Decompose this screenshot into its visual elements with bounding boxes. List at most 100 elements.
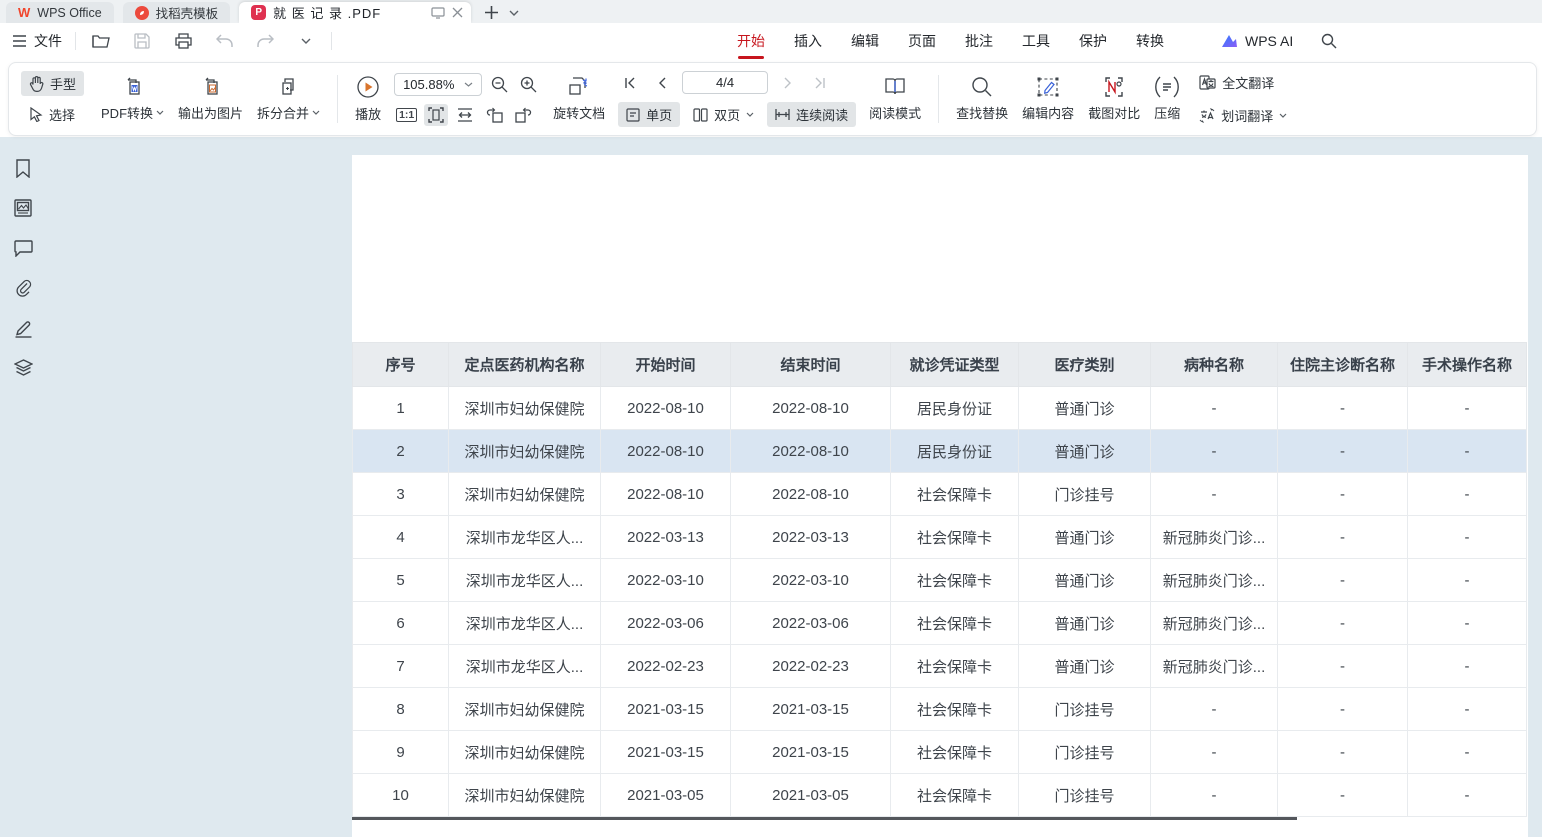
table-cell: - bbox=[1278, 559, 1408, 602]
table-cell: 2021-03-15 bbox=[731, 731, 891, 774]
search-icon[interactable] bbox=[1317, 30, 1341, 52]
horizontal-scrollbar[interactable] bbox=[352, 817, 1297, 820]
table-cell: 社会保障卡 bbox=[891, 516, 1019, 559]
table-cell: 普通门诊 bbox=[1019, 602, 1151, 645]
hamburger-icon bbox=[12, 35, 27, 47]
tab-wps-office[interactable]: W WPS Office bbox=[6, 2, 114, 23]
previous-page-icon[interactable] bbox=[650, 72, 674, 94]
first-page-icon[interactable] bbox=[618, 72, 642, 94]
table-cell: 社会保障卡 bbox=[891, 688, 1019, 731]
layers-icon[interactable] bbox=[11, 357, 35, 379]
compress-button[interactable]: 压缩 bbox=[1147, 72, 1187, 126]
menu-item-5[interactable]: 工具 bbox=[1022, 31, 1050, 51]
table-row: 1深圳市妇幼保健院2022-08-102022-08-10居民身份证普通门诊--… bbox=[353, 387, 1527, 430]
next-page-icon[interactable] bbox=[776, 72, 800, 94]
double-page-button[interactable]: 双页 bbox=[685, 102, 762, 127]
word-translate-button[interactable]: 划词翻译 bbox=[1191, 103, 1295, 128]
bookmark-icon[interactable] bbox=[11, 157, 35, 179]
actual-size-button[interactable]: 1:1 bbox=[394, 104, 419, 126]
open-folder-icon[interactable] bbox=[89, 30, 113, 52]
page-indicator[interactable]: 4/4 bbox=[682, 71, 768, 94]
hand-tool-button[interactable]: 手型 bbox=[21, 71, 84, 96]
wps-ai-button[interactable]: WPS AI bbox=[1221, 33, 1293, 49]
menu-item-6[interactable]: 保护 bbox=[1079, 31, 1107, 51]
rotate-right-icon bbox=[515, 107, 532, 123]
menu-item-0[interactable]: 开始 bbox=[737, 31, 765, 51]
redo-icon[interactable] bbox=[253, 30, 277, 52]
select-tool-label: 选择 bbox=[49, 105, 75, 124]
quickbar-chevron-icon[interactable] bbox=[294, 30, 318, 52]
last-page-icon[interactable] bbox=[808, 72, 832, 94]
full-text-translate-button[interactable]: 全文翻译 bbox=[1191, 70, 1295, 95]
export-image-button[interactable]: 输出为图片 bbox=[171, 72, 250, 126]
screen-share-icon[interactable] bbox=[431, 7, 445, 19]
table-cell: 10 bbox=[353, 774, 449, 817]
table-cell: 7 bbox=[353, 645, 449, 688]
table-cell: 深圳市龙华区人... bbox=[449, 645, 601, 688]
chevron-down-icon bbox=[156, 110, 164, 115]
save-icon[interactable] bbox=[130, 30, 154, 52]
table-cell: 5 bbox=[353, 559, 449, 602]
play-icon bbox=[356, 75, 380, 99]
rotate-right-button[interactable] bbox=[511, 104, 535, 126]
table-cell: 社会保障卡 bbox=[891, 731, 1019, 774]
print-icon[interactable] bbox=[171, 30, 195, 52]
hand-tool-label: 手型 bbox=[50, 74, 76, 93]
fit-width-button[interactable] bbox=[453, 104, 477, 126]
menu-item-3[interactable]: 页面 bbox=[908, 31, 936, 51]
attachment-icon[interactable] bbox=[11, 277, 35, 299]
table-cell: 2021-03-15 bbox=[731, 688, 891, 731]
read-mode-button[interactable]: 阅读模式 bbox=[862, 72, 928, 126]
menu-item-4[interactable]: 批注 bbox=[965, 31, 993, 51]
signature-icon[interactable] bbox=[11, 317, 35, 339]
pdf-convert-button[interactable]: PDF转换 bbox=[94, 72, 171, 126]
play-button[interactable]: 播放 bbox=[348, 71, 388, 127]
split-merge-button[interactable]: 拆分合并 bbox=[250, 72, 327, 126]
zoom-in-icon[interactable] bbox=[516, 73, 540, 95]
tab-document-pdf[interactable]: P 就 医 记 录 .PDF bbox=[239, 2, 471, 23]
single-page-button[interactable]: 单页 bbox=[618, 102, 680, 127]
continuous-reading-button[interactable]: 连续阅读 bbox=[767, 102, 856, 127]
tab-label: WPS Office bbox=[37, 6, 101, 20]
menu-item-2[interactable]: 编辑 bbox=[851, 31, 879, 51]
table-cell: 普通门诊 bbox=[1019, 387, 1151, 430]
comment-icon[interactable] bbox=[11, 237, 35, 259]
table-cell: - bbox=[1151, 688, 1278, 731]
pdf-convert-icon bbox=[122, 76, 144, 98]
records-table-body: 1深圳市妇幼保健院2022-08-102022-08-10居民身份证普通门诊--… bbox=[353, 387, 1527, 817]
fit-page-button[interactable] bbox=[424, 104, 448, 126]
edit-content-button[interactable]: 编辑内容 bbox=[1015, 72, 1081, 126]
table-cell: - bbox=[1151, 387, 1278, 430]
divider bbox=[75, 32, 76, 50]
records-table: 序号定点医药机构名称开始时间结束时间就诊凭证类型医疗类别病种名称住院主诊断名称手… bbox=[352, 342, 1527, 817]
zoom-out-icon[interactable] bbox=[487, 73, 511, 95]
menu-item-7[interactable]: 转换 bbox=[1136, 31, 1164, 51]
screenshot-compare-button[interactable]: 截图对比 bbox=[1081, 72, 1147, 126]
one-to-one-icon: 1:1 bbox=[396, 108, 417, 122]
table-row: 8深圳市妇幼保健院2021-03-152021-03-15社会保障卡门诊挂号--… bbox=[353, 688, 1527, 731]
table-cell: - bbox=[1278, 731, 1408, 774]
file-menu-button[interactable]: 文件 bbox=[12, 31, 62, 51]
menu-bar: 文件 开始 插入 编辑 页面 批注 工具 保护 转换 WPS AI bbox=[0, 23, 1542, 58]
undo-icon[interactable] bbox=[212, 30, 236, 52]
tab-docer-templates[interactable]: 找稻壳模板 bbox=[123, 2, 231, 23]
menu-item-1[interactable]: 插入 bbox=[794, 31, 822, 51]
tab-list-chevron-icon[interactable] bbox=[509, 10, 519, 16]
table-cell: 门诊挂号 bbox=[1019, 731, 1151, 774]
new-tab-button[interactable] bbox=[484, 5, 499, 20]
read-mode-icon bbox=[883, 76, 907, 98]
table-cell: 门诊挂号 bbox=[1019, 774, 1151, 817]
table-row: 7深圳市龙华区人...2022-02-232022-02-23社会保障卡普通门诊… bbox=[353, 645, 1527, 688]
find-replace-button[interactable]: 查找替换 bbox=[949, 72, 1015, 126]
select-tool-button[interactable]: 选择 bbox=[21, 102, 84, 127]
column-header: 序号 bbox=[353, 343, 449, 387]
close-icon[interactable] bbox=[452, 7, 463, 18]
rotate-document-button[interactable]: 旋转文档 bbox=[546, 72, 612, 126]
column-header: 医疗类别 bbox=[1019, 343, 1151, 387]
table-cell: 2022-08-10 bbox=[601, 430, 731, 473]
table-row: 4深圳市龙华区人...2022-03-132022-03-13社会保障卡普通门诊… bbox=[353, 516, 1527, 559]
thumbnail-icon[interactable] bbox=[11, 197, 35, 219]
rotate-left-button[interactable] bbox=[482, 104, 506, 126]
zoom-level-select[interactable]: 105.88% bbox=[394, 73, 482, 96]
word-translate-label: 划词翻译 bbox=[1221, 106, 1273, 125]
